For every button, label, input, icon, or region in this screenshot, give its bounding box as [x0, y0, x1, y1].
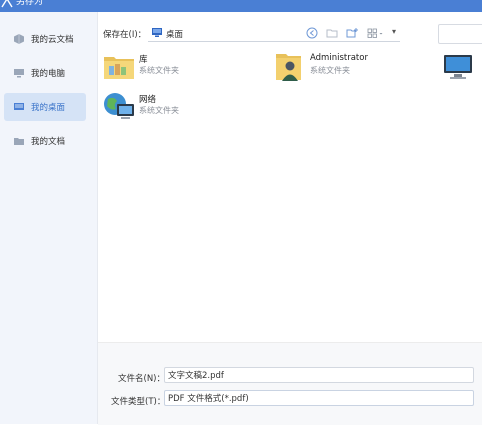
network-icon — [104, 93, 134, 119]
file-item-library[interactable]: 库 系统文件夹 — [102, 50, 242, 84]
up-folder-button[interactable] — [324, 26, 340, 40]
sidebar-item-label: 我的桌面 — [31, 103, 66, 113]
sidebar-item-computer[interactable]: 我的电脑 — [4, 59, 86, 87]
user-folder-icon — [276, 54, 301, 81]
location-value: 桌面 — [166, 30, 184, 40]
file-type: 系统文件夹 — [310, 66, 350, 75]
library-folder-icon — [104, 57, 134, 79]
filename-label: 文件名(N)： — [118, 374, 165, 384]
app-icon — [1, 0, 13, 8]
folder-icon — [13, 135, 25, 147]
computer-icon — [13, 67, 25, 79]
file-item-network[interactable]: 网络 系统文件夹 — [102, 90, 242, 124]
filetype-select[interactable]: PDF 文件格式(*.pdf) — [164, 390, 474, 406]
up-folder-icon — [326, 29, 338, 38]
new-folder-button[interactable] — [344, 26, 360, 40]
computer-icon — [444, 55, 472, 79]
filetype-label: 文件类型(T)： — [111, 397, 166, 407]
location-select[interactable]: 桌面 ▾ — [148, 25, 400, 42]
file-name: Administrator — [310, 53, 368, 63]
desktop-icon — [152, 28, 162, 37]
sidebar-item-desktop[interactable]: 我的桌面 — [4, 93, 86, 121]
file-item-computer[interactable] — [442, 50, 482, 84]
file-item-administrator[interactable]: Administrator 系统文件夹 — [273, 50, 413, 84]
location-label: 保存在(I)： — [103, 30, 147, 40]
back-button[interactable] — [304, 26, 320, 40]
search-input[interactable] — [438, 24, 482, 44]
sidebar-item-label: 我的文档 — [31, 137, 66, 147]
save-options-panel: 文件名(N)： 文字文稿2.pdf 文件类型(T)： PDF 文件格式(*.pd… — [98, 342, 482, 425]
file-name: 网络 — [139, 95, 157, 105]
main-panel: 保存在(I)： 桌面 ▾ 库 系统文件夹 Administrator 系统文件夹… — [98, 12, 482, 425]
sidebar-item-cloud-docs[interactable]: 我的云文档 — [4, 25, 86, 53]
sidebar-item-documents[interactable]: 我的文档 — [4, 127, 86, 155]
view-menu-button[interactable] — [366, 26, 386, 40]
sidebar-item-label: 我的云文档 — [31, 35, 74, 45]
sidebar: 我的云文档 我的电脑 我的桌面 我的文档 — [0, 12, 98, 424]
view-menu-icon — [367, 28, 383, 38]
back-icon — [306, 27, 318, 39]
new-folder-icon — [346, 28, 358, 38]
filename-input[interactable]: 文字文稿2.pdf — [164, 367, 474, 383]
sidebar-item-label: 我的电脑 — [31, 69, 66, 79]
window-title: 另存为 — [16, 0, 44, 7]
chevron-down-icon: ▾ — [391, 27, 396, 36]
desktop-icon — [13, 101, 25, 113]
file-type: 系统文件夹 — [139, 66, 179, 75]
cloud-doc-icon — [13, 33, 25, 45]
title-bar: 另存为 — [0, 0, 482, 12]
file-name: 库 — [139, 55, 148, 65]
file-type: 系统文件夹 — [139, 106, 179, 115]
